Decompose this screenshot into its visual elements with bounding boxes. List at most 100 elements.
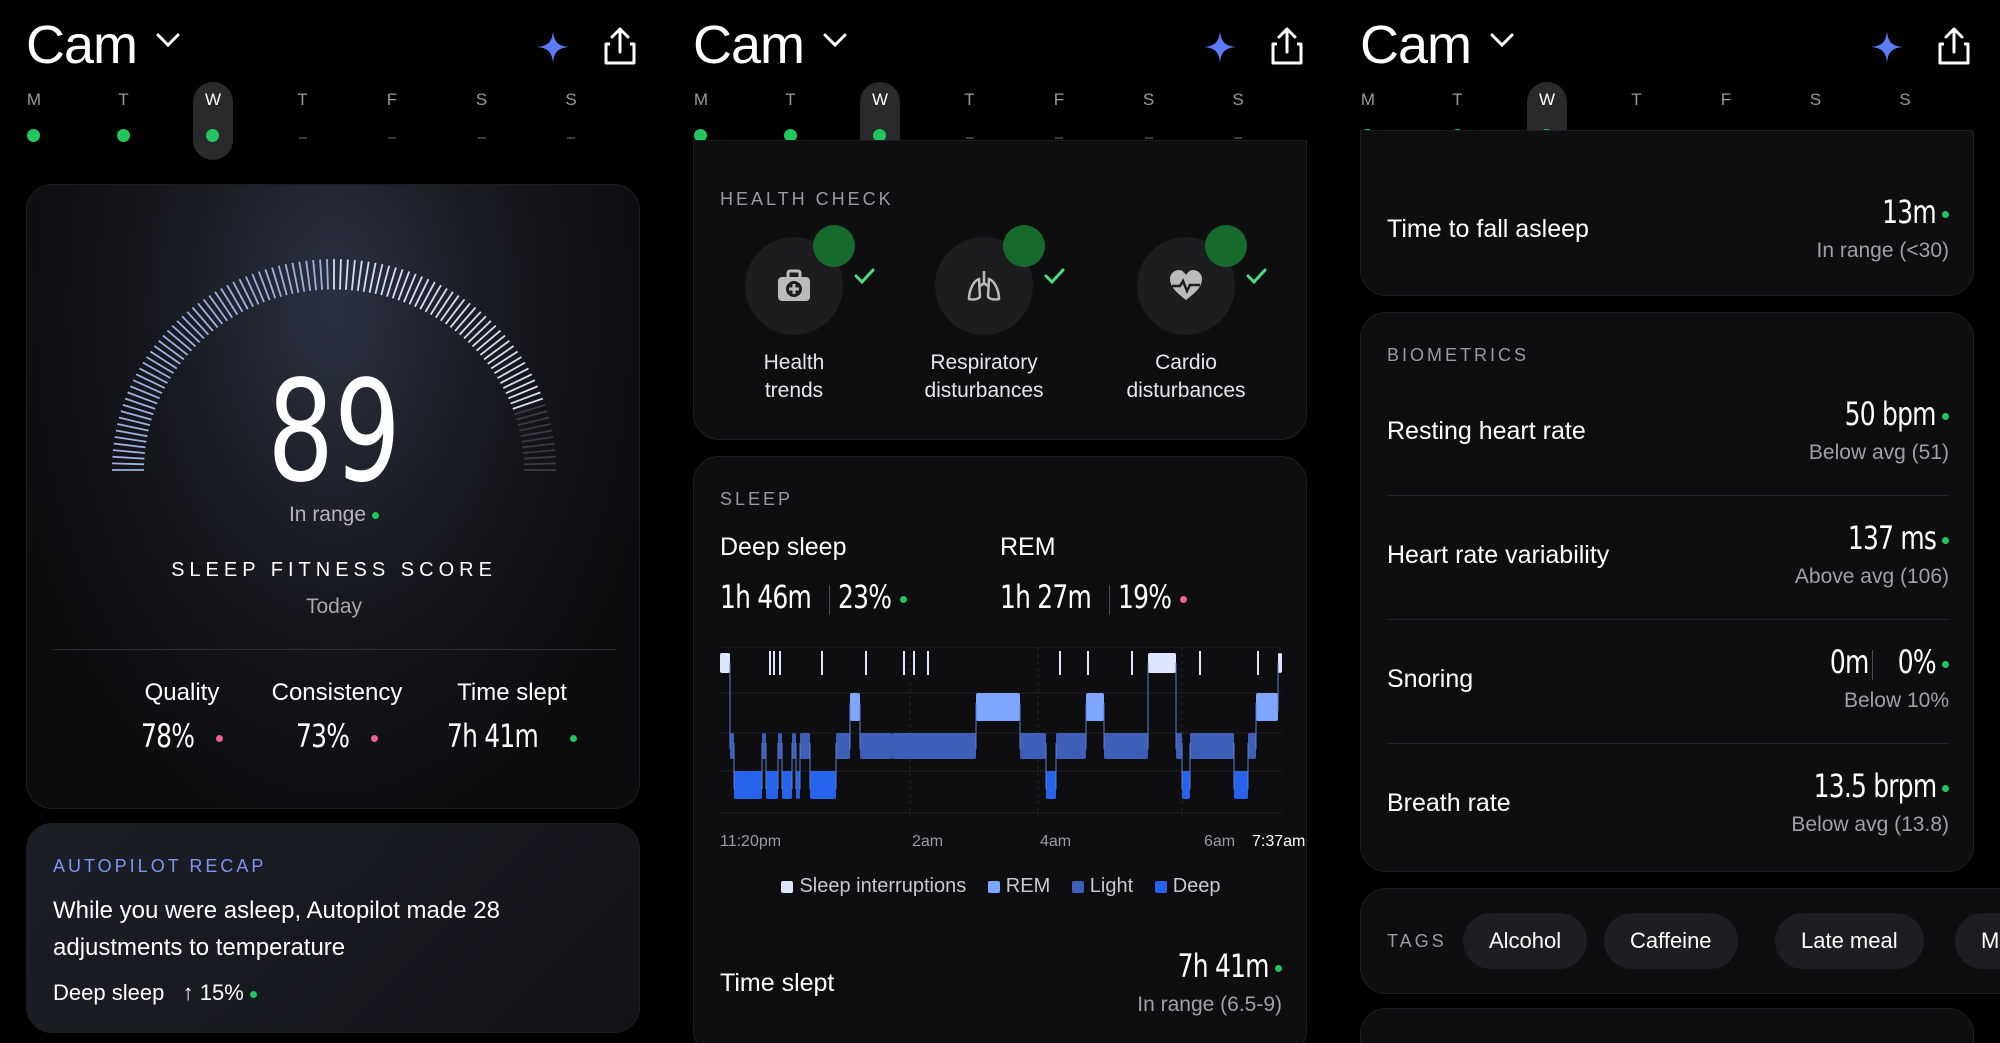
tags-caption: TAGS xyxy=(1387,931,1447,951)
day-selector[interactable]: F xyxy=(372,82,412,160)
day-selector[interactable]: S xyxy=(462,82,502,160)
day-selector[interactable]: W xyxy=(193,82,233,160)
health-trends-item[interactable]: Health trends xyxy=(694,225,894,405)
fall-asleep-label: Time to fall asleep xyxy=(1387,215,1589,243)
sleep-stage-segment-light xyxy=(1190,733,1234,759)
biometrics-caption: BIOMETRICS xyxy=(1387,345,1530,365)
time-label: 7:37am xyxy=(1252,833,1306,850)
gauge-tick xyxy=(226,284,244,313)
sleep-stage-segment-light xyxy=(778,733,782,759)
day-label: S xyxy=(1899,90,1911,109)
gauge-tick xyxy=(435,291,454,319)
day-label: W xyxy=(871,90,889,109)
divider xyxy=(53,649,615,650)
deep-sleep-stat: Deep sleep 1h 46m 23% xyxy=(720,533,907,616)
day-empty-dash xyxy=(1144,137,1153,139)
share-icon[interactable] xyxy=(602,26,638,66)
user-name[interactable]: Cam xyxy=(26,14,138,76)
chevron-down-icon[interactable] xyxy=(821,30,849,50)
gauge-tick xyxy=(214,291,233,319)
gauge-tick xyxy=(312,259,318,291)
day-label: M xyxy=(693,90,709,109)
sleep-card[interactable]: SLEEP Deep sleep 1h 46m 23% REM 1h 27m 19%… xyxy=(693,456,1307,1043)
score-status: In range xyxy=(27,503,641,527)
sparkle-icon[interactable] xyxy=(1870,30,1904,64)
score-title: SLEEP FITNESS SCORE xyxy=(171,559,497,581)
respiratory-item[interactable]: Respiratory disturbances xyxy=(884,225,1084,405)
day-selector[interactable]: M xyxy=(14,82,54,160)
user-name[interactable]: Cam xyxy=(693,14,805,76)
day-empty-dash xyxy=(567,137,575,139)
gauge-tick xyxy=(374,263,384,295)
gauge-tick xyxy=(339,259,342,290)
header: Cam xyxy=(693,10,1323,75)
gauge-tick xyxy=(284,263,294,295)
sleep-stage-segment-light xyxy=(860,733,892,759)
tag-alcohol[interactable]: Alcohol xyxy=(1463,913,1588,969)
gauge-tick xyxy=(319,259,323,290)
recap-caption: AUTOPILOT RECAP xyxy=(53,856,267,876)
gauge-tick xyxy=(368,262,377,293)
day-label: S xyxy=(1232,90,1244,109)
chart-legend: Sleep interruptions REM Light Deep xyxy=(694,875,1308,898)
sleep-stage-segment-rem xyxy=(976,693,1020,721)
health-check-caption: HEALTH CHECK xyxy=(720,189,894,209)
chevron-down-icon[interactable] xyxy=(154,30,182,50)
cardio-item[interactable]: Cardio disturbances xyxy=(1086,225,1286,405)
user-name[interactable]: Cam xyxy=(1360,14,1472,76)
gauge-tick xyxy=(326,259,329,290)
day-label: S xyxy=(475,90,488,109)
day-complete-dot xyxy=(206,129,219,142)
status-dot xyxy=(372,511,380,519)
time-slept-value: 7h 41m In range (6.5-9) xyxy=(1137,947,1282,1016)
day-complete-dot xyxy=(27,129,40,142)
sleep-stage-segment-light xyxy=(792,733,796,759)
divider xyxy=(1387,495,1949,496)
tag-caffeine[interactable]: Caffeine xyxy=(1604,913,1738,969)
sleep-stage-segment-rem xyxy=(1256,693,1278,721)
day-label: S xyxy=(1809,90,1822,109)
tag-late-meal[interactable]: Late meal xyxy=(1775,913,1924,969)
gauge-tick xyxy=(298,261,306,292)
sparkle-icon[interactable] xyxy=(536,30,570,64)
header: Cam xyxy=(26,10,656,75)
sleep-stage-segment-deep xyxy=(796,771,800,799)
day-selector[interactable]: T xyxy=(283,82,323,160)
gauge-tick xyxy=(238,278,254,308)
metric-time-slept: Time slept 7h 41m xyxy=(422,679,602,755)
autopilot-recap-card[interactable]: AUTOPILOT RECAP While you were asleep, A… xyxy=(26,823,640,1033)
gauge-tick xyxy=(403,273,417,303)
gauge-tick xyxy=(429,287,448,316)
sparkle-icon[interactable] xyxy=(1203,30,1237,64)
day-label: F xyxy=(386,90,398,109)
gauge-tick xyxy=(362,261,370,292)
heart-pulse-icon xyxy=(1170,270,1202,300)
gauge-tick xyxy=(356,260,363,292)
share-icon[interactable] xyxy=(1936,26,1972,66)
day-label: T xyxy=(1452,90,1463,109)
sleep-stage-segment-light xyxy=(1020,733,1046,759)
time-slept-label: Time slept xyxy=(720,969,835,997)
gauge-tick xyxy=(291,262,300,293)
sleep-score-card[interactable]: 89 In range SLEEP FITNESS SCORE Today Qu… xyxy=(26,184,640,809)
sleep-stage-segment-rem xyxy=(1086,693,1104,721)
gauge-tick xyxy=(419,281,436,310)
sleep-stage-chart[interactable] xyxy=(720,647,1282,837)
day-selector[interactable]: T xyxy=(104,82,144,160)
day-label: S xyxy=(565,90,577,109)
chevron-down-icon[interactable] xyxy=(1488,30,1516,50)
day-selector[interactable]: S xyxy=(551,82,591,160)
check-icon xyxy=(1003,225,1065,285)
sleep-stage-segment-rem xyxy=(850,693,860,721)
sleep-stage-segment-deep xyxy=(1234,771,1248,799)
sleep-stage-segment-light xyxy=(1248,733,1256,759)
tag-more[interactable]: Me xyxy=(1955,913,2000,969)
recap-metric: Deep sleep ↑ 15% xyxy=(53,980,257,1006)
fall-asleep-card[interactable]: Time to fall asleep 13m In range (<30) xyxy=(1360,130,1974,296)
gauge-tick xyxy=(305,260,312,292)
share-icon[interactable] xyxy=(1269,26,1305,66)
day-empty-dash xyxy=(298,137,307,139)
time-label: 2am xyxy=(912,833,944,850)
sleep-stage-segment-deep xyxy=(734,771,762,799)
metric-consistency: Consistency 73% xyxy=(271,679,403,755)
